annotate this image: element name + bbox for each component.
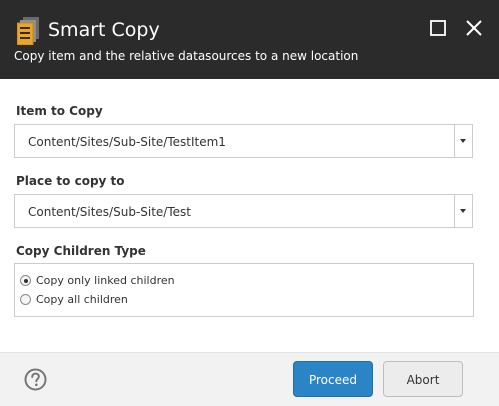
radio-label: Copy only linked children <box>36 274 175 287</box>
close-icon[interactable] <box>465 19 483 37</box>
maximize-icon[interactable] <box>429 19 447 37</box>
radio-button[interactable] <box>20 294 31 305</box>
radio-button-checked[interactable] <box>20 275 31 286</box>
item-to-copy-value: Content/Sites/Sub-Site/TestItem1 <box>28 135 226 149</box>
place-to-copy-value: Content/Sites/Sub-Site/Test <box>28 205 191 219</box>
children-type-radio-group: Copy only linked children Copy all child… <box>14 263 474 317</box>
help-icon[interactable] <box>24 368 47 391</box>
item-to-copy-select[interactable]: Content/Sites/Sub-Site/TestItem1 <box>14 124 473 158</box>
place-to-copy-label: Place to copy to <box>16 174 125 188</box>
item-to-copy-label: Item to Copy <box>16 104 103 118</box>
dialog-title: Smart Copy <box>48 19 160 41</box>
dialog-subtitle: Copy item and the relative datasources t… <box>14 49 359 63</box>
app-icon <box>17 17 39 45</box>
children-type-label: Copy Children Type <box>16 244 146 258</box>
abort-button[interactable]: Abort <box>383 361 463 397</box>
chevron-down-icon[interactable] <box>454 195 472 227</box>
place-to-copy-select[interactable]: Content/Sites/Sub-Site/Test <box>14 194 473 228</box>
dialog-footer: Proceed Abort <box>0 352 499 406</box>
dialog-header: Smart Copy Copy item and the relative da… <box>0 0 499 79</box>
chevron-down-icon[interactable] <box>454 125 472 157</box>
proceed-button[interactable]: Proceed <box>293 361 373 397</box>
radio-label: Copy all children <box>36 293 128 306</box>
smart-copy-dialog: Smart Copy Copy item and the relative da… <box>0 0 499 406</box>
